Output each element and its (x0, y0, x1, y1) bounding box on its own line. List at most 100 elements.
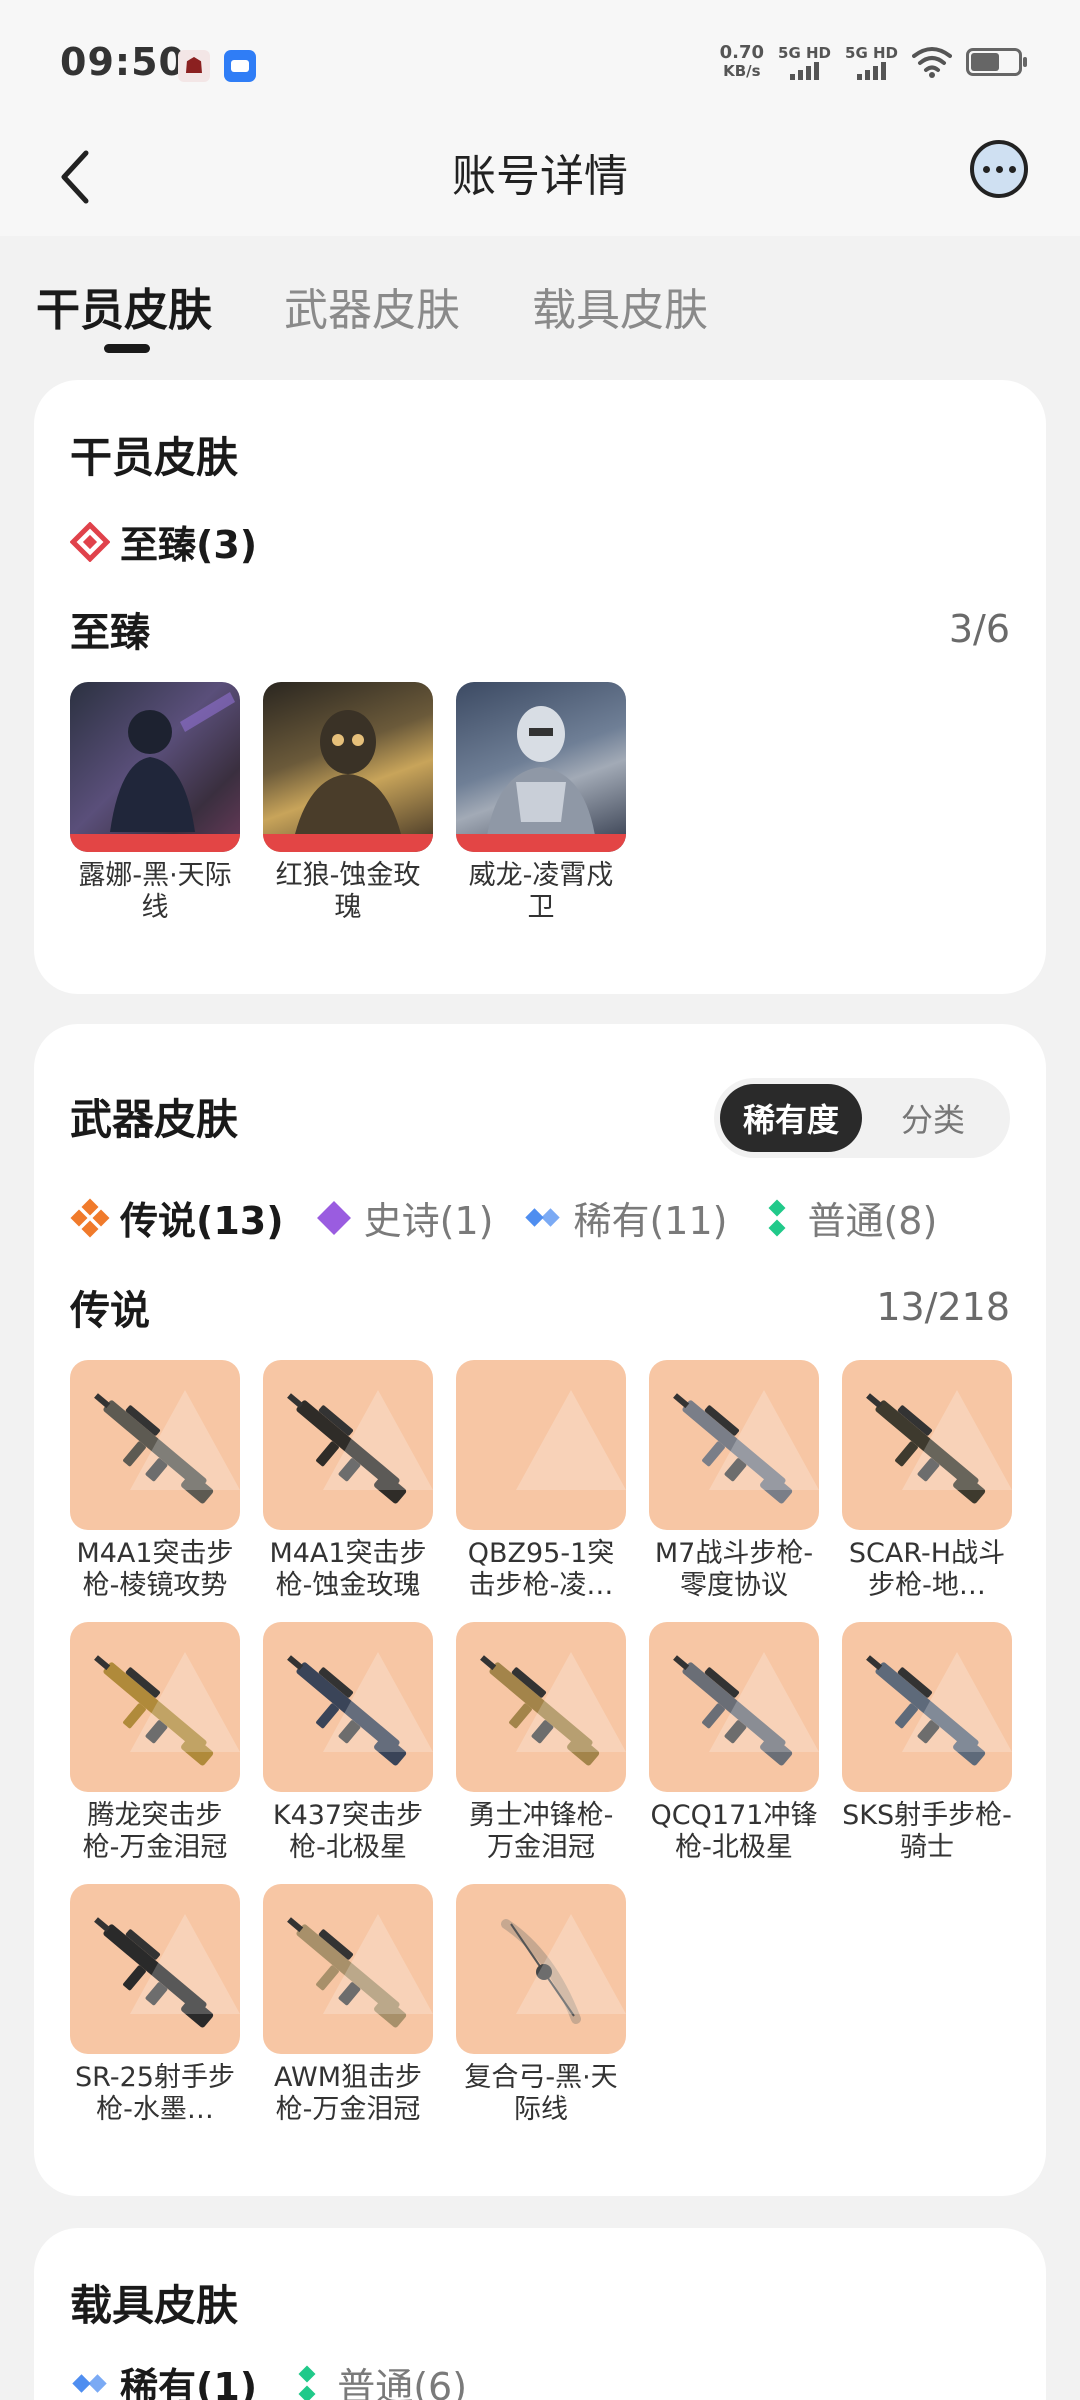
weapon-skins-card: 武器皮肤 稀有度 分类 传说(13) 史诗(1) 稀有(11) 普通(8) 传说 13… (34, 1024, 1046, 2196)
operator-figure-icon (293, 710, 403, 842)
rarity-filter[interactable]: 稀有(11) (523, 1190, 727, 1245)
skin-thumbnail (842, 1622, 1012, 1792)
skin-name: K437突击步枪-北极星 (272, 1800, 424, 1863)
skin-item[interactable]: QBZ95-1突击步枪-凌… (456, 1360, 626, 1602)
skin-name: 腾龙突击步枪-万金泪冠 (82, 1800, 228, 1863)
operator-figure-icon (110, 692, 235, 832)
skin-item[interactable]: M4A1突击步枪-蚀金玫瑰 (263, 1360, 433, 1602)
skin-item[interactable]: M4A1突击步枪-棱镜攻势 (70, 1360, 240, 1602)
sort-by-rarity-button[interactable]: 稀有度 (720, 1084, 862, 1152)
skin-name: SCAR-H战斗步枪-地… (848, 1538, 1006, 1601)
signal-bars-icon (790, 62, 820, 80)
skin-item[interactable]: M7战斗步枪-零度协议 (649, 1360, 819, 1602)
skin-item[interactable]: 腾龙突击步枪-万金泪冠 (70, 1622, 240, 1864)
net-speed-unit: KB/s (723, 62, 761, 80)
tab-vehicle-skins[interactable]: 载具皮肤 (532, 274, 708, 338)
skin-thumbnail (456, 1360, 626, 1530)
skin-name: SR-25射手步枪-水墨… (75, 2062, 235, 2125)
skin-item[interactable]: SKS射手步枪-骑士 (842, 1622, 1012, 1864)
tab-weapon-skins[interactable]: 武器皮肤 (284, 274, 460, 338)
skin-item[interactable]: K437突击步枪-北极星 (263, 1622, 433, 1864)
skin-thumbnail (456, 682, 626, 852)
rarity-filter[interactable]: 普通(6) (287, 2356, 467, 2400)
skin-thumbnail (70, 1622, 240, 1792)
common-rarity-icon (298, 2365, 316, 2400)
vehicle-rarity-filters: 稀有(1) 普通(6) (70, 2356, 467, 2400)
skin-thumbnail (70, 1360, 240, 1530)
net-speed: 0.70 KB/s (720, 44, 764, 81)
skin-name: QCQ171冲锋枪-北极星 (650, 1800, 818, 1863)
rare-rarity-icon (72, 2373, 107, 2393)
skin-thumbnail (70, 682, 240, 852)
page-title: 账号详情 (452, 151, 628, 202)
signal-sim1: 5G HD (778, 44, 831, 80)
skin-name: QBZ95-1突击步枪-凌… (467, 1538, 615, 1601)
skin-item[interactable]: AWM狙击步枪-万金泪冠 (263, 1884, 433, 2126)
skin-name: 威龙-凌霄戍卫 (468, 860, 614, 923)
operator-skins-card: 干员皮肤 至臻(3) 至臻 3/6 露娜-黑·天际线 红狼-蚀金玫瑰 威龙-凌霄… (34, 380, 1046, 994)
skin-item[interactable]: SCAR-H战斗步枪-地… (842, 1360, 1012, 1602)
skin-name: AWM狙击步枪-万金泪冠 (274, 2062, 422, 2125)
filter-legendary-operator[interactable]: 至臻(3) (70, 514, 257, 569)
rare-rarity-icon (525, 1207, 561, 1227)
skin-thumbnail (842, 1360, 1012, 1530)
skin-name: M4A1突击步枪-棱镜攻势 (76, 1538, 234, 1601)
filter-label: 稀有(1) (120, 2365, 258, 2400)
vehicle-skins-title: 载具皮肤 (70, 2281, 239, 2330)
tab-operator-skins[interactable]: 干员皮肤 (36, 274, 212, 338)
game-app-icon: ☗ (178, 50, 210, 82)
skin-name: 红狼-蚀金玫瑰 (275, 860, 421, 923)
section-name: 传说 (70, 1288, 150, 1334)
battery-icon (966, 48, 1027, 76)
header: 账号详情 (0, 120, 1080, 236)
legendary-rarity-icon (70, 1198, 110, 1237)
battery-level (971, 53, 999, 71)
weapon-skin-grid: M4A1突击步枪-棱镜攻势 M4A1突击步枪-蚀金玫瑰 QBZ95-1突击步枪-凌…… (70, 1360, 1012, 2126)
status-bar: 09:50 ☗ 0.70 KB/s 5G HD 5G HD (0, 0, 1080, 120)
skin-item[interactable]: 露娜-黑·天际线 (70, 682, 240, 924)
diamond-icon (70, 521, 110, 562)
status-indicators: 0.70 KB/s 5G HD 5G HD (720, 44, 1027, 81)
vehicle-skins-card: 载具皮肤 稀有(1) 普通(6) (34, 2228, 1046, 2400)
rarity-filter[interactable]: 史诗(1) (314, 1190, 493, 1245)
weapon-section-header: 传说 13/218 (70, 1278, 1010, 1336)
skin-thumbnail (649, 1360, 819, 1530)
rarity-filter[interactable]: 普通(8) (757, 1190, 937, 1245)
rarity-filter[interactable]: 稀有(1) (70, 2356, 257, 2400)
skin-item[interactable]: 威龙-凌霄戍卫 (456, 682, 626, 924)
rarity-filter[interactable]: 传说(13) (70, 1190, 284, 1245)
filter-label: 传说(13) (120, 1199, 284, 1243)
weapon-rarity-filters: 传说(13) 史诗(1) 稀有(11) 普通(8) (70, 1190, 937, 1245)
more-options-button[interactable] (970, 140, 1028, 198)
skin-thumbnail (263, 1360, 433, 1530)
skin-thumbnail (456, 1884, 626, 2054)
wifi-icon (912, 47, 952, 78)
skin-name: M4A1突击步枪-蚀金玫瑰 (269, 1538, 427, 1601)
skin-item[interactable]: 复合弓-黑·天际线 (456, 1884, 626, 2126)
signal-bars-icon (857, 62, 886, 80)
skin-thumbnail (70, 1884, 240, 2054)
operator-skin-grid: 露娜-黑·天际线 红狼-蚀金玫瑰 威龙-凌霄戍卫 (70, 682, 1012, 924)
skin-thumbnail (649, 1622, 819, 1792)
skin-thumbnail (263, 682, 433, 852)
common-rarity-icon (768, 1199, 786, 1236)
skin-thumbnail (263, 1622, 433, 1792)
filter-label: 普通(6) (337, 2365, 468, 2400)
operator-rarity-filters: 至臻(3) (70, 514, 257, 569)
sort-by-category-button[interactable]: 分类 (862, 1084, 1004, 1152)
filter-label: 普通(8) (807, 1199, 938, 1243)
skin-name: M7战斗步枪-零度协议 (654, 1538, 814, 1601)
skin-thumbnail (263, 1884, 433, 2054)
weapon-skins-title: 武器皮肤 (70, 1095, 239, 1144)
skin-name: 复合弓-黑·天际线 (464, 2062, 618, 2125)
operator-section-header: 至臻 3/6 (70, 600, 1010, 658)
epic-rarity-icon (316, 1200, 351, 1235)
skin-item[interactable]: 勇士冲锋枪-万金泪冠 (456, 1622, 626, 1864)
operator-figure-icon (486, 706, 596, 842)
active-tab-indicator (104, 344, 150, 353)
skin-item[interactable]: SR-25射手步枪-水墨… (70, 1884, 240, 2126)
section-count: 13/218 (876, 1285, 1010, 1329)
skin-item[interactable]: QCQ171冲锋枪-北极星 (649, 1622, 819, 1864)
filter-label: 至臻(3) (120, 523, 258, 567)
skin-item[interactable]: 红狼-蚀金玫瑰 (263, 682, 433, 924)
